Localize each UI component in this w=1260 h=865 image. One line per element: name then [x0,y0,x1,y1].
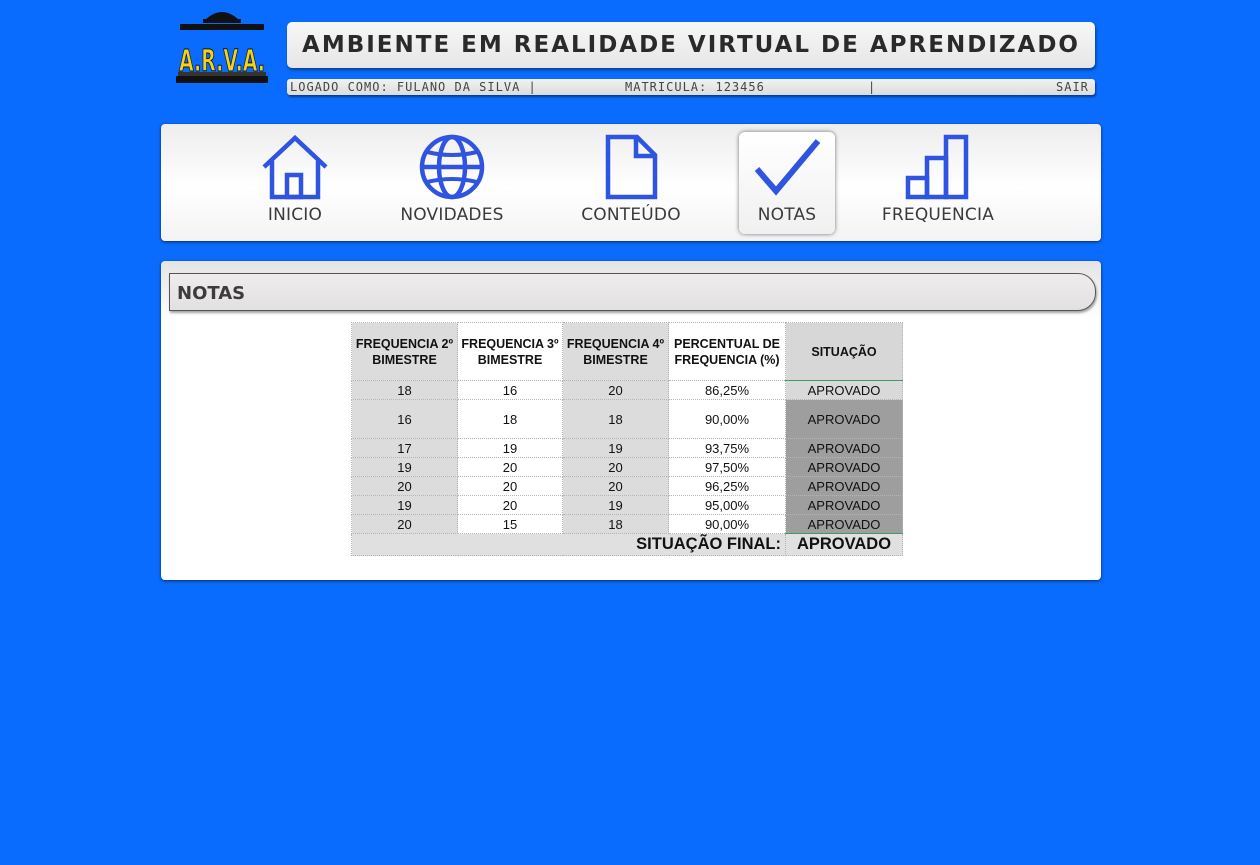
cell-freq2: 19 [351,495,458,515]
table-row: 17 19 19 93,75% APROVADO [351,438,903,458]
nav-conteudo[interactable]: CONTEÚDO [571,132,691,234]
checkmark-icon [754,139,821,196]
section-title: NOTAS [177,283,246,304]
cell-percentual: 97,50% [668,457,786,477]
cell-situacao: APROVADO [785,476,903,496]
nav-inicio-label: INICIO [267,205,323,225]
nav-inicio[interactable]: INICIO [255,132,335,234]
table-row: 18 16 20 86,25% APROVADO [351,380,903,400]
cell-percentual: 86,25% [668,380,786,400]
table-row: 16 18 18 90,00% APROVADO [351,399,903,439]
main-navigation: INICIO NOVIDADES CONTEÚDO NOTAS FREQUENC… [161,124,1101,241]
header-situacao: SITUAÇÃO [785,322,903,381]
cell-percentual: 95,00% [668,495,786,515]
cell-freq3: 20 [457,476,563,496]
arva-logo[interactable]: A.R.V.A. [175,6,269,88]
cell-freq4: 19 [562,495,669,515]
cell-freq3: 19 [457,438,563,458]
cell-situacao: APROVADO [785,380,903,400]
nav-novidades[interactable]: NOVIDADES [390,132,514,234]
nav-novidades-label: NOVIDADES [400,205,504,225]
logo-text: A.R.V.A. [179,44,265,79]
cell-freq3: 18 [457,399,563,439]
cell-freq2: 18 [351,380,458,400]
final-status-row: SITUAÇÃO FINAL: APROVADO [351,533,903,556]
cell-freq2: 19 [351,457,458,477]
cell-percentual: 96,25% [668,476,786,496]
cell-freq4: 20 [562,380,669,400]
cell-percentual: 90,00% [668,514,786,534]
document-icon [605,134,658,200]
cell-freq3: 16 [457,380,563,400]
table-row: 19 20 20 97,50% APROVADO [351,457,903,477]
app-title-bar: AMBIENTE EM REALIDADE VIRTUAL DE APRENDI… [287,22,1095,68]
nav-frequencia-label: FREQUENCIA [881,205,995,225]
nav-notas[interactable]: NOTAS [739,132,835,234]
cell-percentual: 93,75% [668,438,786,458]
logout-link[interactable]: SAIR [1056,79,1089,95]
cell-freq2: 20 [351,514,458,534]
nav-conteudo-label: CONTEÚDO [581,205,681,225]
cell-freq3: 20 [457,457,563,477]
cell-freq3: 20 [457,495,563,515]
cell-situacao: APROVADO [785,399,903,439]
header-frequencia-4: FREQUENCIA 4º BIMESTRE [562,322,669,381]
content-panel: NOTAS FREQUENCIA 2º BIMESTRE FREQUENCIA 3… [161,261,1101,580]
globe-icon [419,134,485,200]
logged-user-label: LOGADO COMO: FULANO DA SILVA | [290,80,537,94]
matricula-label: MATRICULA: 123456 [625,80,765,94]
table-header-row: FREQUENCIA 2º BIMESTRE FREQUENCIA 3º BIMES… [351,322,903,381]
cell-situacao: APROVADO [785,495,903,515]
home-icon [262,134,328,200]
final-status-label: SITUAÇÃO FINAL: [351,533,786,556]
header-percentual: PERCENTUAL DE FREQUENCIA (%) [668,322,786,381]
cell-freq4: 20 [562,457,669,477]
nav-frequencia[interactable]: FREQUENCIA [872,132,1004,234]
cell-freq4: 20 [562,476,669,496]
status-separator: | [868,80,877,94]
bar-chart-icon [905,134,969,200]
table-row: 20 20 20 96,25% APROVADO [351,476,903,496]
table-row: 19 20 19 95,00% APROVADO [351,495,903,515]
header-frequencia-3: FREQUENCIA 3º BIMESTRE [457,322,563,381]
cell-freq2: 16 [351,399,458,439]
nav-notas-label: NOTAS [757,205,817,225]
cell-freq4: 18 [562,399,669,439]
final-status-value: APROVADO [785,533,903,556]
grades-table: FREQUENCIA 2º BIMESTRE FREQUENCIA 3º BIMES… [351,322,903,556]
cell-percentual: 90,00% [668,399,786,439]
table-row: 20 15 18 90,00% APROVADO [351,514,903,534]
cell-situacao: APROVADO [785,438,903,458]
cell-freq2: 17 [351,438,458,458]
cell-freq2: 20 [351,476,458,496]
cell-freq4: 19 [562,438,669,458]
app-title: AMBIENTE EM REALIDADE VIRTUAL DE APRENDI… [302,32,1080,58]
section-header: NOTAS [169,273,1096,311]
cell-freq3: 15 [457,514,563,534]
user-status-bar: LOGADO COMO: FULANO DA SILVA | MATRICULA… [287,79,1095,95]
header-frequencia-2: FREQUENCIA 2º BIMESTRE [351,322,458,381]
cell-situacao: APROVADO [785,514,903,534]
cell-situacao: APROVADO [785,457,903,477]
cell-freq4: 18 [562,514,669,534]
